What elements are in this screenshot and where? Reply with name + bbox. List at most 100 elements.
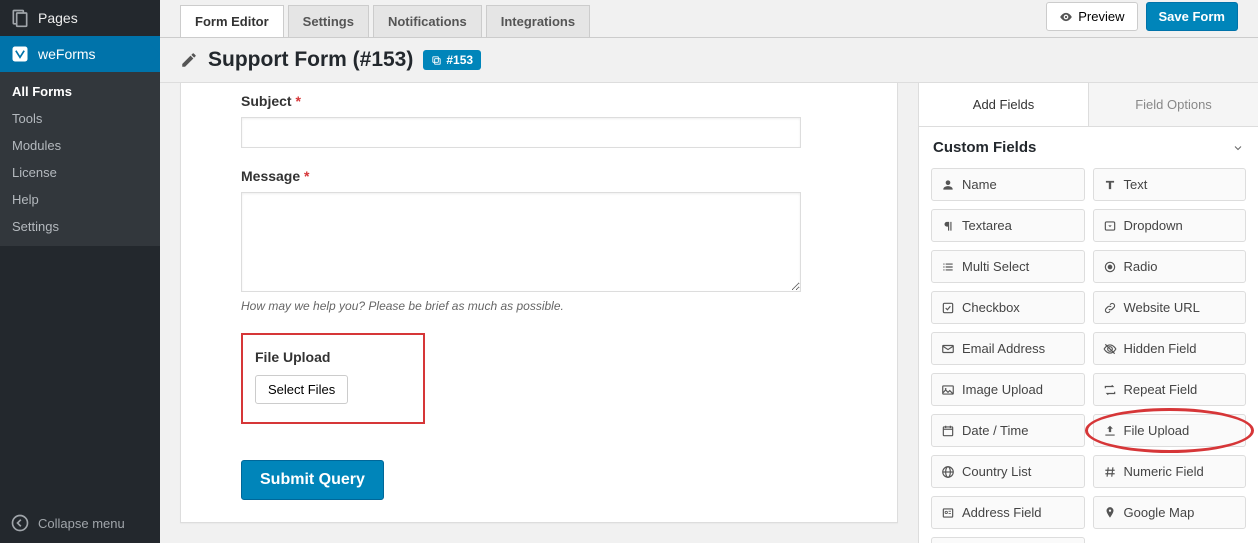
link-icon (1103, 301, 1117, 315)
repeat-icon (1103, 383, 1117, 397)
eye-icon (1059, 10, 1073, 24)
file-upload-highlight: File Upload Select Files (241, 333, 425, 424)
field-btn-label: Address Field (962, 505, 1041, 520)
panel-section-custom-fields[interactable]: Custom Fields (919, 127, 1258, 162)
field-btn-label: Repeat Field (1124, 382, 1198, 397)
field-btn-label: Dropdown (1124, 218, 1183, 233)
collapse-menu[interactable]: Collapse menu (0, 503, 160, 543)
field-btn-email-address[interactable]: Email Address (931, 332, 1085, 365)
topbar: Form Editor Settings Notifications Integ… (160, 0, 1258, 38)
message-help: How may we help you? Please be brief as … (241, 299, 837, 313)
subject-input[interactable] (241, 117, 801, 148)
chevron-down-icon (1232, 142, 1244, 154)
field-btn-dropdown[interactable]: Dropdown (1093, 209, 1247, 242)
submenu-help[interactable]: Help (0, 186, 160, 213)
sidebar-item-pages[interactable]: Pages (0, 0, 160, 36)
field-btn-label: Textarea (962, 218, 1012, 233)
form-id-badge[interactable]: #153 (423, 50, 481, 70)
required-marker: * (304, 168, 309, 184)
submenu-modules[interactable]: Modules (0, 132, 160, 159)
field-btn-date-time[interactable]: Date / Time (931, 414, 1085, 447)
form-canvas: Subject * Message * How may we help you?… (180, 83, 898, 523)
image-icon (941, 383, 955, 397)
field-btn-checkbox[interactable]: Checkbox (931, 291, 1085, 324)
field-btn-google-map[interactable]: Google Map (1093, 496, 1247, 529)
weforms-icon (10, 44, 30, 64)
pages-icon (10, 8, 30, 28)
field-btn-file-upload[interactable]: File Upload (1093, 414, 1247, 447)
field-btn-text[interactable]: Text (1093, 168, 1247, 201)
sidebar-item-weforms[interactable]: weForms (0, 36, 160, 72)
field-btn-label: Country List (962, 464, 1031, 479)
caret-down-icon (1103, 219, 1117, 233)
hash-icon (1103, 465, 1117, 479)
check-square-icon (941, 301, 955, 315)
panel-tabs: Add Fields Field Options (919, 83, 1258, 127)
copy-icon (431, 55, 442, 66)
badge-text: #153 (446, 53, 473, 67)
page-title: Support Form (#153) (208, 48, 413, 72)
field-btn-label: Website URL (1124, 300, 1200, 315)
field-btn-multi-select[interactable]: Multi Select (931, 250, 1085, 283)
file-upload-label: File Upload (255, 349, 411, 365)
field-btn-label: Text (1124, 177, 1148, 192)
message-label: Message * (241, 168, 837, 184)
field-btn-numeric-field[interactable]: Numeric Field (1093, 455, 1247, 488)
field-btn-repeat-field[interactable]: Repeat Field (1093, 373, 1247, 406)
field-btn-label: Name (962, 177, 997, 192)
tab-form-editor[interactable]: Form Editor (180, 5, 284, 37)
globe-icon (941, 465, 955, 479)
field-btn-website-url[interactable]: Website URL (1093, 291, 1247, 324)
field-btn-label: Radio (1124, 259, 1158, 274)
panel-tab-field-options[interactable]: Field Options (1089, 83, 1258, 126)
tab-integrations[interactable]: Integrations (486, 5, 590, 37)
paragraph-icon (941, 219, 955, 233)
field-btn-label: Checkbox (962, 300, 1020, 315)
field-btn-label: Numeric Field (1124, 464, 1204, 479)
pencil-icon (180, 51, 198, 69)
subject-label: Subject * (241, 93, 837, 109)
panel-tab-add-fields[interactable]: Add Fields (919, 83, 1089, 126)
sidebar-submenu: All Forms Tools Modules License Help Set… (0, 72, 160, 246)
field-btn-label: Date / Time (962, 423, 1028, 438)
tab-settings[interactable]: Settings (288, 5, 369, 37)
field-btn-step-start[interactable]: Step Start (931, 537, 1085, 543)
top-actions: Preview Save Form (1046, 2, 1238, 37)
envelope-icon (941, 342, 955, 356)
save-form-button[interactable]: Save Form (1146, 2, 1238, 31)
field-btn-image-upload[interactable]: Image Upload (931, 373, 1085, 406)
preview-label: Preview (1078, 9, 1124, 24)
field-message[interactable]: Message * How may we help you? Please be… (241, 168, 837, 313)
field-btn-label: Email Address (962, 341, 1045, 356)
collapse-icon (10, 513, 30, 533)
field-btn-country-list[interactable]: Country List (931, 455, 1085, 488)
submenu-tools[interactable]: Tools (0, 105, 160, 132)
select-files-button[interactable]: Select Files (255, 375, 348, 404)
message-textarea[interactable] (241, 192, 801, 292)
field-subject[interactable]: Subject * (241, 93, 837, 148)
field-file-upload[interactable]: File Upload Select Files (241, 333, 837, 424)
submenu-all-forms[interactable]: All Forms (0, 78, 160, 105)
field-btn-radio[interactable]: Radio (1093, 250, 1247, 283)
title-bar: Support Form (#153) #153 (160, 38, 1258, 83)
preview-button[interactable]: Preview (1046, 2, 1137, 31)
dot-icon (1103, 260, 1117, 274)
field-btn-name[interactable]: Name (931, 168, 1085, 201)
tab-notifications[interactable]: Notifications (373, 5, 482, 37)
marker-icon (1103, 506, 1117, 520)
main-area: Form Editor Settings Notifications Integ… (160, 0, 1258, 543)
submenu-license[interactable]: License (0, 159, 160, 186)
field-btn-hidden-field[interactable]: Hidden Field (1093, 332, 1247, 365)
fields-panel: Add Fields Field Options Custom Fields N… (918, 83, 1258, 543)
field-btn-label: Multi Select (962, 259, 1029, 274)
address-icon (941, 506, 955, 520)
eye-slash-icon (1103, 342, 1117, 356)
required-marker: * (295, 93, 300, 109)
field-btn-textarea[interactable]: Textarea (931, 209, 1085, 242)
field-btn-label: Hidden Field (1124, 341, 1197, 356)
sidebar-item-label: weForms (38, 46, 96, 62)
submenu-settings[interactable]: Settings (0, 213, 160, 240)
submit-button[interactable]: Submit Query (241, 460, 384, 500)
section-title: Custom Fields (933, 139, 1036, 156)
field-btn-address-field[interactable]: Address Field (931, 496, 1085, 529)
